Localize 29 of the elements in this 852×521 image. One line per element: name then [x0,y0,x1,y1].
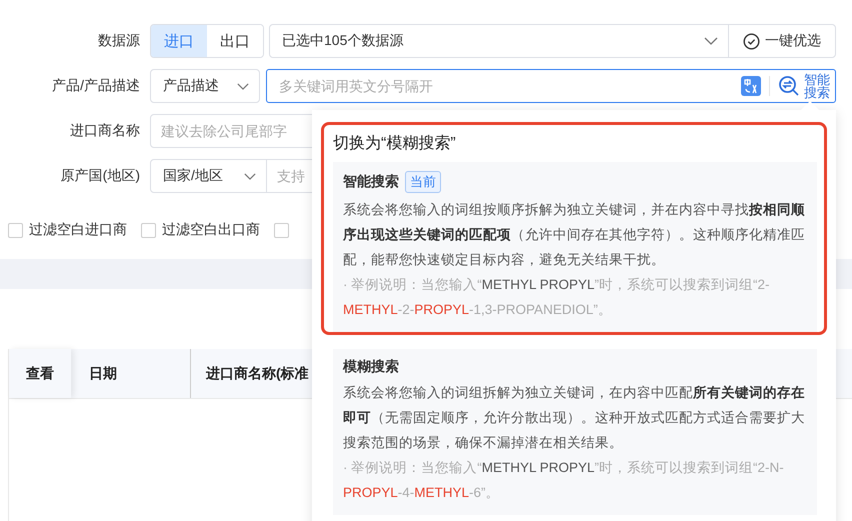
field-select[interactable]: 产品描述 [150,69,260,103]
mode-description: 系统会将您输入的词组按顺序拆解为独立关键词，并在内容中寻找按相同顺序出现这些关键词的匹配项（允许中间存在其他字符）。这种顺序化精准匹配，能帮您快速锁定目标内容，避免无关结果干扰。 [343,201,806,269]
example-text: · 举例说明：当您输入“METHYL PROPYL”时，系统可以搜索到词组“2-N- PROPYL-4-METHYL-6”。 [343,459,785,502]
chevron-down-icon [237,82,249,90]
checkbox[interactable] [141,222,156,238]
field-label: 数据源 [97,32,141,50]
field-label: 进口商名称 [69,122,141,140]
field-label: 原产国(地区) [60,167,141,185]
checkbox[interactable] [274,222,289,238]
region-select[interactable]: 国家/地区 [150,159,267,193]
current-badge: 当前 [405,171,441,193]
checkbox[interactable] [8,222,23,238]
chevron-down-icon [244,172,256,180]
keyword-field[interactable]: 多关键词用英文分号隔开 智能搜索 [266,69,836,103]
field-label: 产品/产品描述 [51,77,141,95]
example-text: · 举例说明：当您输入“METHYL PROPYL”时，系统可以搜索到词组“2- METHYL-2-PROPYL-1,3-PROPANEDIOL”。 [343,276,771,319]
mode-card[interactable]: 智能搜索 当前 系统会将您输入的词组按顺序拆解为独立关键词，并在内容中寻找按相同顺序出现这些关键词的匹配项（允许中间存在其他字符）。这种顺序化精准匹配，能帮您快速锁定目标内容，避免无关结果干扰。 · 举例说明：当您输入“METHYL PROPYL”时，系统可以搜索到词组“2- METHYL-2-PROPYL-1,3-PROPANEDIOL”。 [333,162,817,332]
mode-card[interactable]: 模糊搜索 系统会将您输入的词组拆解为独立关键词，在内容中匹配所有关键词的存在即可（无需固定顺序，允许分散出现）。这种开放式匹配方式适合需要扩大搜索范围的场景，确保不漏掉潜在相关结果。 · 举例说明：当您输入“METHYL PROPYL”时，系统可以搜索到词组“2-N- PROPYL-4-METHYL-6”。 [333,349,817,515]
search-icon [778,75,800,97]
column-header: 日期 [71,349,191,398]
column-header: 进口商名称(标准 [204,364,309,383]
column-header: 查看 [9,349,71,398]
mode-name: 模糊搜索 [343,358,399,376]
mode-description: 系统会将您输入的词组拆解为独立关键词，在内容中匹配所有关键词的存在即可（无需固定顺序，允许分散出现）。这种开放式匹配方式适合需要扩大搜索范围的场景，确保不漏掉潜在相关结果。 [343,384,806,452]
translate-icon[interactable] [741,76,761,96]
checkbox-label: 过滤空白出口商 [162,221,260,239]
checkbox-label: 过滤空白进口商 [29,221,127,239]
mode-name: 智能搜索 [343,173,399,191]
smart-search-button[interactable]: 智能搜索 [778,73,831,99]
